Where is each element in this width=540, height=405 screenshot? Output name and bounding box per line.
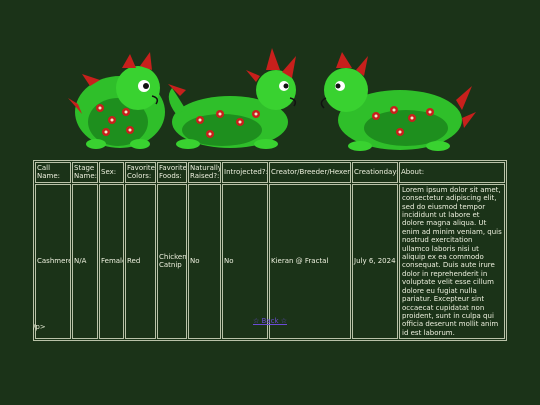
cell-stage-name: N/A bbox=[72, 183, 98, 340]
cell-introjected: No bbox=[222, 183, 268, 340]
cell-about: Lorem ipsum dolor sit amet, consectetur … bbox=[399, 183, 505, 340]
back-link[interactable]: ☆ Back ☆ bbox=[253, 317, 287, 325]
cell-creationday: July 6, 2024 bbox=[352, 183, 398, 340]
header-favorite-foods: Favorite Foods: bbox=[157, 162, 187, 183]
header-naturally-raised: Naturally Raised?: bbox=[188, 162, 221, 183]
dragon-banner bbox=[68, 48, 476, 151]
header-stage-name: Stage Name: bbox=[72, 162, 98, 183]
dragon-middle-image bbox=[168, 48, 297, 149]
cell-favorite-foods: Chicken, Catnip bbox=[157, 183, 187, 340]
table-header-row: Call Name: Stage Name: Sex: Favorite Col… bbox=[35, 162, 505, 183]
table-row: Cashmere N/A Female Red Chicken, Catnip … bbox=[35, 183, 505, 340]
cell-sex: Female bbox=[99, 183, 124, 340]
dragon-right-image bbox=[320, 52, 476, 151]
dragon-left-image bbox=[68, 52, 165, 149]
cell-creator: Kieran @ Fractal bbox=[269, 183, 351, 340]
cell-naturally-raised: No bbox=[188, 183, 221, 340]
header-about: About: bbox=[399, 162, 505, 183]
stray-text: /p> bbox=[33, 323, 46, 331]
header-introjected: Introjected?: bbox=[222, 162, 268, 183]
page: Call Name: Stage Name: Sex: Favorite Col… bbox=[0, 0, 540, 405]
profile-table: Call Name: Stage Name: Sex: Favorite Col… bbox=[33, 160, 507, 342]
header-favorite-colors: Favorite Colors: bbox=[125, 162, 156, 183]
cell-call-name: Cashmere bbox=[35, 183, 71, 340]
header-creationday: Creationday: bbox=[352, 162, 398, 183]
header-call-name: Call Name: bbox=[35, 162, 71, 183]
cell-favorite-colors: Red bbox=[125, 183, 156, 340]
header-creator: Creator/Breeder/Hexer: bbox=[269, 162, 351, 183]
header-sex: Sex: bbox=[99, 162, 124, 183]
back-link-container: ☆ Back ☆ bbox=[0, 317, 540, 325]
